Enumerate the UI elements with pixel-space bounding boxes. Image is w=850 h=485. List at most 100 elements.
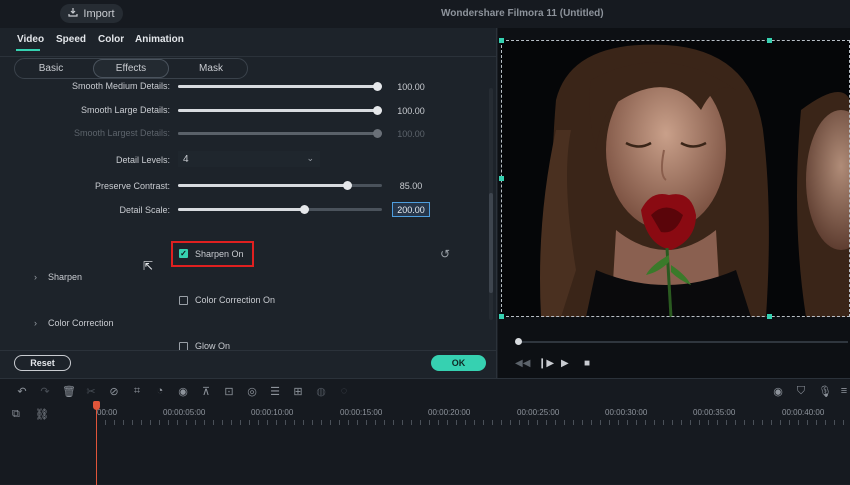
smooth-medium-slider[interactable]	[178, 82, 382, 91]
slider-knob[interactable]	[373, 82, 382, 91]
scrollbar-thumb[interactable]	[489, 193, 493, 293]
color-correction-checkbox-label[interactable]: Color Correction On	[195, 295, 275, 305]
speed-icon[interactable]: ◔	[154, 385, 166, 397]
color-correction-checkbox[interactable]	[179, 296, 188, 305]
section-color-correction[interactable]: › Color Correction	[34, 318, 114, 328]
resize-handle[interactable]	[499, 314, 504, 319]
stop-icon[interactable]: ■	[584, 358, 590, 369]
chevron-right-icon: ›	[34, 272, 37, 282]
link-icon[interactable]: ⛓	[35, 408, 49, 421]
timecode: 00:00:40:00	[782, 408, 825, 417]
timecode: 00:00:20:00	[428, 408, 471, 417]
slider-knob[interactable]	[343, 181, 352, 190]
timecode: 00:00	[97, 408, 118, 417]
subtab-basic[interactable]: Basic	[15, 59, 87, 78]
slider-knob[interactable]	[300, 205, 309, 214]
cut-icon[interactable]: ✂	[85, 385, 97, 398]
stabilize-icon[interactable]: ⊼	[200, 385, 212, 398]
scrubber-knob[interactable]	[515, 338, 522, 345]
resize-handle[interactable]	[499, 176, 504, 181]
play-icon[interactable]: ▶	[561, 358, 569, 369]
timecode: 00:00:10:00	[251, 408, 294, 417]
prev-frame-icon[interactable]: ◀◀	[515, 358, 530, 369]
tab-color[interactable]: Color	[98, 34, 124, 45]
mouse-cursor-icon: ⇱	[143, 259, 154, 273]
import-button[interactable]: Import	[60, 4, 123, 23]
reset-button[interactable]: Reset	[14, 355, 71, 371]
chevron-down-icon: ⌄	[306, 153, 314, 163]
timecode: 00:00:35:00	[693, 408, 736, 417]
split-icon[interactable]: ⊞	[292, 385, 304, 398]
section-color-correction-label: Color Correction	[48, 318, 114, 328]
slider-knob	[373, 129, 382, 138]
playhead[interactable]	[96, 403, 97, 485]
app-title: Wondershare Filmora 11 (Untitled)	[441, 8, 604, 19]
tab-animation[interactable]: Animation	[135, 34, 184, 45]
tab-speed[interactable]: Speed	[56, 34, 86, 45]
preview-scrubber[interactable]	[518, 341, 848, 343]
delete-icon[interactable]: 🗑	[62, 385, 76, 398]
adjust-icon[interactable]: ☰	[269, 385, 281, 398]
timeline-ruler[interactable]	[96, 420, 850, 425]
smooth-large-label: Smooth Large Details:	[80, 105, 170, 115]
preserve-contrast-value[interactable]: 85.00	[392, 178, 430, 193]
focus-icon[interactable]: ⊡	[223, 385, 235, 398]
tab-video[interactable]: Video	[17, 34, 44, 45]
detail-levels-label: Detail Levels:	[115, 155, 170, 165]
slider-knob[interactable]	[373, 106, 382, 115]
properties-panel: Video Speed Color Animation Basic Effect…	[0, 28, 497, 378]
import-label: Import	[83, 7, 115, 20]
add-track-icon[interactable]: ⧉	[12, 408, 20, 421]
import-icon	[68, 7, 79, 20]
resize-handle[interactable]	[767, 38, 772, 43]
ok-button[interactable]: OK	[431, 355, 486, 371]
detail-levels-value: 4	[183, 153, 189, 165]
section-sharpen[interactable]: › Sharpen	[34, 272, 82, 282]
resize-handle[interactable]	[767, 314, 772, 319]
timecode: 00:00:30:00	[605, 408, 648, 417]
timecode: 00:00:25:00	[517, 408, 560, 417]
subtab-effects[interactable]: Effects	[93, 59, 169, 78]
smooth-largest-slider	[178, 129, 382, 138]
preserve-contrast-slider[interactable]	[178, 181, 382, 190]
preserve-contrast-label: Preserve Contrast:	[94, 181, 170, 191]
tab-divider	[0, 56, 497, 57]
record-icon[interactable]: ◍	[315, 385, 327, 398]
timecode: 00:00:15:00	[340, 408, 383, 417]
redo-icon[interactable]: ↷	[39, 385, 51, 398]
timeline: ↶ ↷ 🗑 ✂ ⊘ ⌗ ◔ ◉ ⊼ ⊡ ◎ ☰ ⊞ ◍ ◌ ◉ ⛉ 🎙 ≡ ⧉ …	[0, 378, 850, 485]
active-tab-indicator	[16, 49, 40, 51]
detail-levels-select[interactable]: 4 ⌄	[178, 151, 320, 167]
subtab-mask[interactable]: Mask	[175, 59, 247, 78]
marker-icon[interactable]: ⛉	[795, 385, 807, 398]
sub-tabs: Basic Effects Mask	[14, 58, 248, 79]
resize-handle[interactable]	[499, 38, 504, 43]
smooth-medium-label: Smooth Medium Details:	[71, 81, 170, 91]
color-palette-icon[interactable]: ◉	[177, 385, 189, 398]
smooth-large-slider[interactable]	[178, 106, 382, 115]
smooth-largest-value: 100.00	[397, 128, 425, 139]
smooth-largest-label: Smooth Largest Details:	[73, 128, 170, 138]
undo-icon[interactable]: ↶	[16, 385, 28, 398]
preview-panel: ◀◀ ❙▶ ▶ ■	[498, 28, 850, 378]
sharpen-checkbox[interactable]: ✓	[179, 249, 188, 258]
main-tabs: Video Speed Color Animation	[0, 28, 497, 52]
audio-icon[interactable]: ◎	[246, 385, 258, 398]
microphone-icon[interactable]: 🎙	[818, 385, 832, 398]
crop-icon[interactable]: ⌗	[131, 385, 143, 398]
detail-scale-slider[interactable]	[178, 205, 382, 214]
title-bar: Import Wondershare Filmora 11 (Untitled)	[0, 0, 850, 28]
smooth-large-value[interactable]: 100.00	[392, 103, 430, 118]
reset-icon[interactable]: ↺	[440, 247, 450, 261]
render-icon[interactable]: ◉	[772, 385, 784, 398]
sharpen-checkbox-label[interactable]: Sharpen On	[195, 249, 244, 259]
section-sharpen-label: Sharpen	[48, 272, 83, 282]
detail-scale-value[interactable]: 200.00	[392, 202, 430, 217]
playhead-handle[interactable]	[93, 401, 100, 410]
step-forward-icon[interactable]: ❙▶	[538, 358, 554, 369]
no-entry-icon[interactable]: ⊘	[108, 385, 120, 398]
more-icon[interactable]: ≡	[838, 385, 850, 397]
smart-icon[interactable]: ◌	[338, 385, 350, 397]
smooth-medium-value[interactable]: 100.00	[392, 79, 430, 94]
selection-box[interactable]	[501, 40, 850, 317]
